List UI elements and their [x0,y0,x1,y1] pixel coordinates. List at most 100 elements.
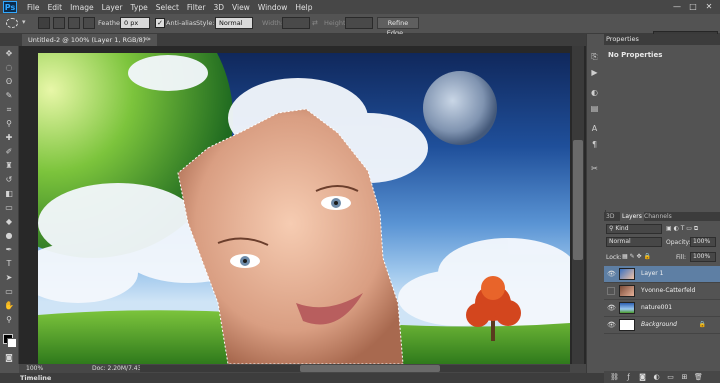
properties-panel [604,34,720,210]
adjustment-layer-icon[interactable]: ◐ [652,373,661,381]
close-button[interactable]: ✕ [704,2,714,11]
subtract-selection-icon[interactable] [68,17,80,29]
type-tool-icon[interactable]: T [3,258,15,269]
history-brush-icon[interactable]: ↺ [3,174,15,185]
document-canvas[interactable] [38,53,570,364]
zoom-tool-icon[interactable]: ⚲ [3,314,15,325]
kind-label: Kind [615,225,629,232]
feather-input[interactable]: 0 px [120,17,150,29]
pen-tool-icon[interactable]: ✒ [3,244,15,255]
adjustments-icon[interactable]: ◐ [589,88,600,98]
gradient-tool-icon[interactable]: ▭ [3,202,15,213]
new-selection-icon[interactable] [38,17,50,29]
menu-image[interactable]: Image [70,3,94,12]
eye-icon[interactable]: 👁 [607,304,616,312]
eye-icon[interactable]: 👁 [607,270,616,278]
menu-help[interactable]: Help [295,3,312,12]
move-tool-icon[interactable]: ✥ [3,48,15,59]
timeline-tab[interactable]: Timeline [20,373,51,383]
marquee-tool-icon[interactable]: ◌ [3,62,15,73]
lasso-tool-icon[interactable]: ʘ [3,76,15,87]
blur-tool-icon[interactable]: ◆ [3,216,15,227]
menu-file[interactable]: File [27,3,40,12]
swap-icon[interactable]: ⇄ [312,19,318,27]
opacity-label: Opacity: [666,239,691,246]
menu-type[interactable]: Type [131,3,148,12]
layer-name[interactable]: nature001 [641,304,672,311]
eraser-tool-icon[interactable]: ◧ [3,188,15,199]
new-layer-icon[interactable]: ⊞ [680,373,689,381]
healing-tool-icon[interactable]: ✚ [3,132,15,143]
menu-filter[interactable]: Filter [187,3,206,12]
layer-thumbnail [619,302,635,314]
background-color-swatch[interactable] [7,338,17,348]
hand-tool-icon[interactable]: ✋ [3,300,15,311]
paragraph-icon[interactable]: ¶ [589,140,600,150]
lock-options-icons[interactable]: ▦ ✎ ✥ 🔒 [622,253,651,260]
fill-input[interactable]: 100% [690,252,716,262]
panel-icon-strip [586,34,606,373]
history-icon[interactable]: ⎘ [589,52,600,62]
shape-tool-icon[interactable]: ▭ [3,286,15,297]
stamp-tool-icon[interactable]: ♜ [3,160,15,171]
layer-name[interactable]: Layer 1 [641,270,663,277]
group-icon[interactable]: ▭ [666,373,675,381]
tab-3d[interactable]: 3D [606,212,614,221]
blend-mode-select[interactable]: Normal [606,237,662,247]
layer-filter-select[interactable]: ⚲ Kind [606,224,662,234]
layer-row[interactable]: 👁 nature001 [604,300,720,317]
document-tab[interactable]: Untitled-2 @ 100% (Layer 1, RGB/8) * [22,34,157,46]
refine-edge-button[interactable]: Refine Edge... [377,17,419,37]
tools-preset-icon[interactable]: ✂ [589,164,600,174]
layer-name[interactable]: Background [641,321,677,328]
menu-3d[interactable]: 3D [213,3,224,12]
crop-tool-icon[interactable]: ⌗ [3,104,15,115]
maximize-button[interactable]: □ [688,2,698,11]
style-select[interactable]: Normal [215,17,253,29]
options-bar: ▾ Feather: 0 px ✓ Anti-alias Style: Norm… [0,14,720,43]
styles-icon[interactable]: ▤ [589,104,600,114]
filter-icons[interactable]: ▣ ◐ T ▭ ⧉ [666,225,698,233]
style-label: Style: [196,19,215,27]
character-icon[interactable]: A [589,124,600,134]
layer-name[interactable]: Yvonne-Catterfeld [641,287,695,294]
properties-tab[interactable]: Properties [606,34,639,45]
add-mask-icon[interactable]: ◙ [638,373,647,381]
vertical-scroll-thumb[interactable] [573,140,583,260]
opacity-input[interactable]: 100% [690,237,716,247]
eye-icon[interactable]: 👁 [607,321,616,329]
layer-row[interactable]: 👁 Layer 1 [604,266,720,283]
delete-layer-icon[interactable]: 🗑 [694,373,703,381]
actions-icon[interactable]: ▶ [589,68,600,78]
width-input[interactable] [282,17,310,29]
quick-select-tool-icon[interactable]: ✎ [3,90,15,101]
antialias-checkbox[interactable]: ✓ [155,18,165,28]
tab-channels[interactable]: Channels [644,212,672,221]
height-input[interactable] [345,17,373,29]
layer-style-icon[interactable]: ƒ [624,373,633,381]
dodge-tool-icon[interactable]: ● [3,230,15,241]
menu-layer[interactable]: Layer [102,3,123,12]
close-tab-icon[interactable]: × [143,35,149,43]
menu-window[interactable]: Window [258,3,288,12]
visibility-toggle[interactable] [607,287,615,295]
quick-mask-icon[interactable]: ◙ [3,352,15,363]
layer-row[interactable]: 👁 Background 🔒 [604,317,720,334]
chevron-down-icon[interactable]: ▾ [22,18,26,26]
link-layers-icon[interactable]: ⛓ [610,373,619,381]
path-select-icon[interactable]: ➤ [3,272,15,283]
intersect-selection-icon[interactable] [83,17,95,29]
add-selection-icon[interactable] [53,17,65,29]
menu-edit[interactable]: Edit [48,3,63,12]
layer-row[interactable]: Yvonne-Catterfeld [604,283,720,300]
zoom-level[interactable]: 100% [26,364,43,373]
horizontal-scroll-thumb[interactable] [300,365,440,372]
elliptical-marquee-icon[interactable] [6,18,18,28]
tab-layers[interactable]: Layers [620,212,644,221]
eyedropper-tool-icon[interactable]: ⚲ [3,118,15,129]
menu-view[interactable]: View [232,3,250,12]
fill-label: Fill: [676,254,687,261]
brush-tool-icon[interactable]: ✐ [3,146,15,157]
menu-select[interactable]: Select [156,3,179,12]
minimize-button[interactable]: — [672,2,682,11]
